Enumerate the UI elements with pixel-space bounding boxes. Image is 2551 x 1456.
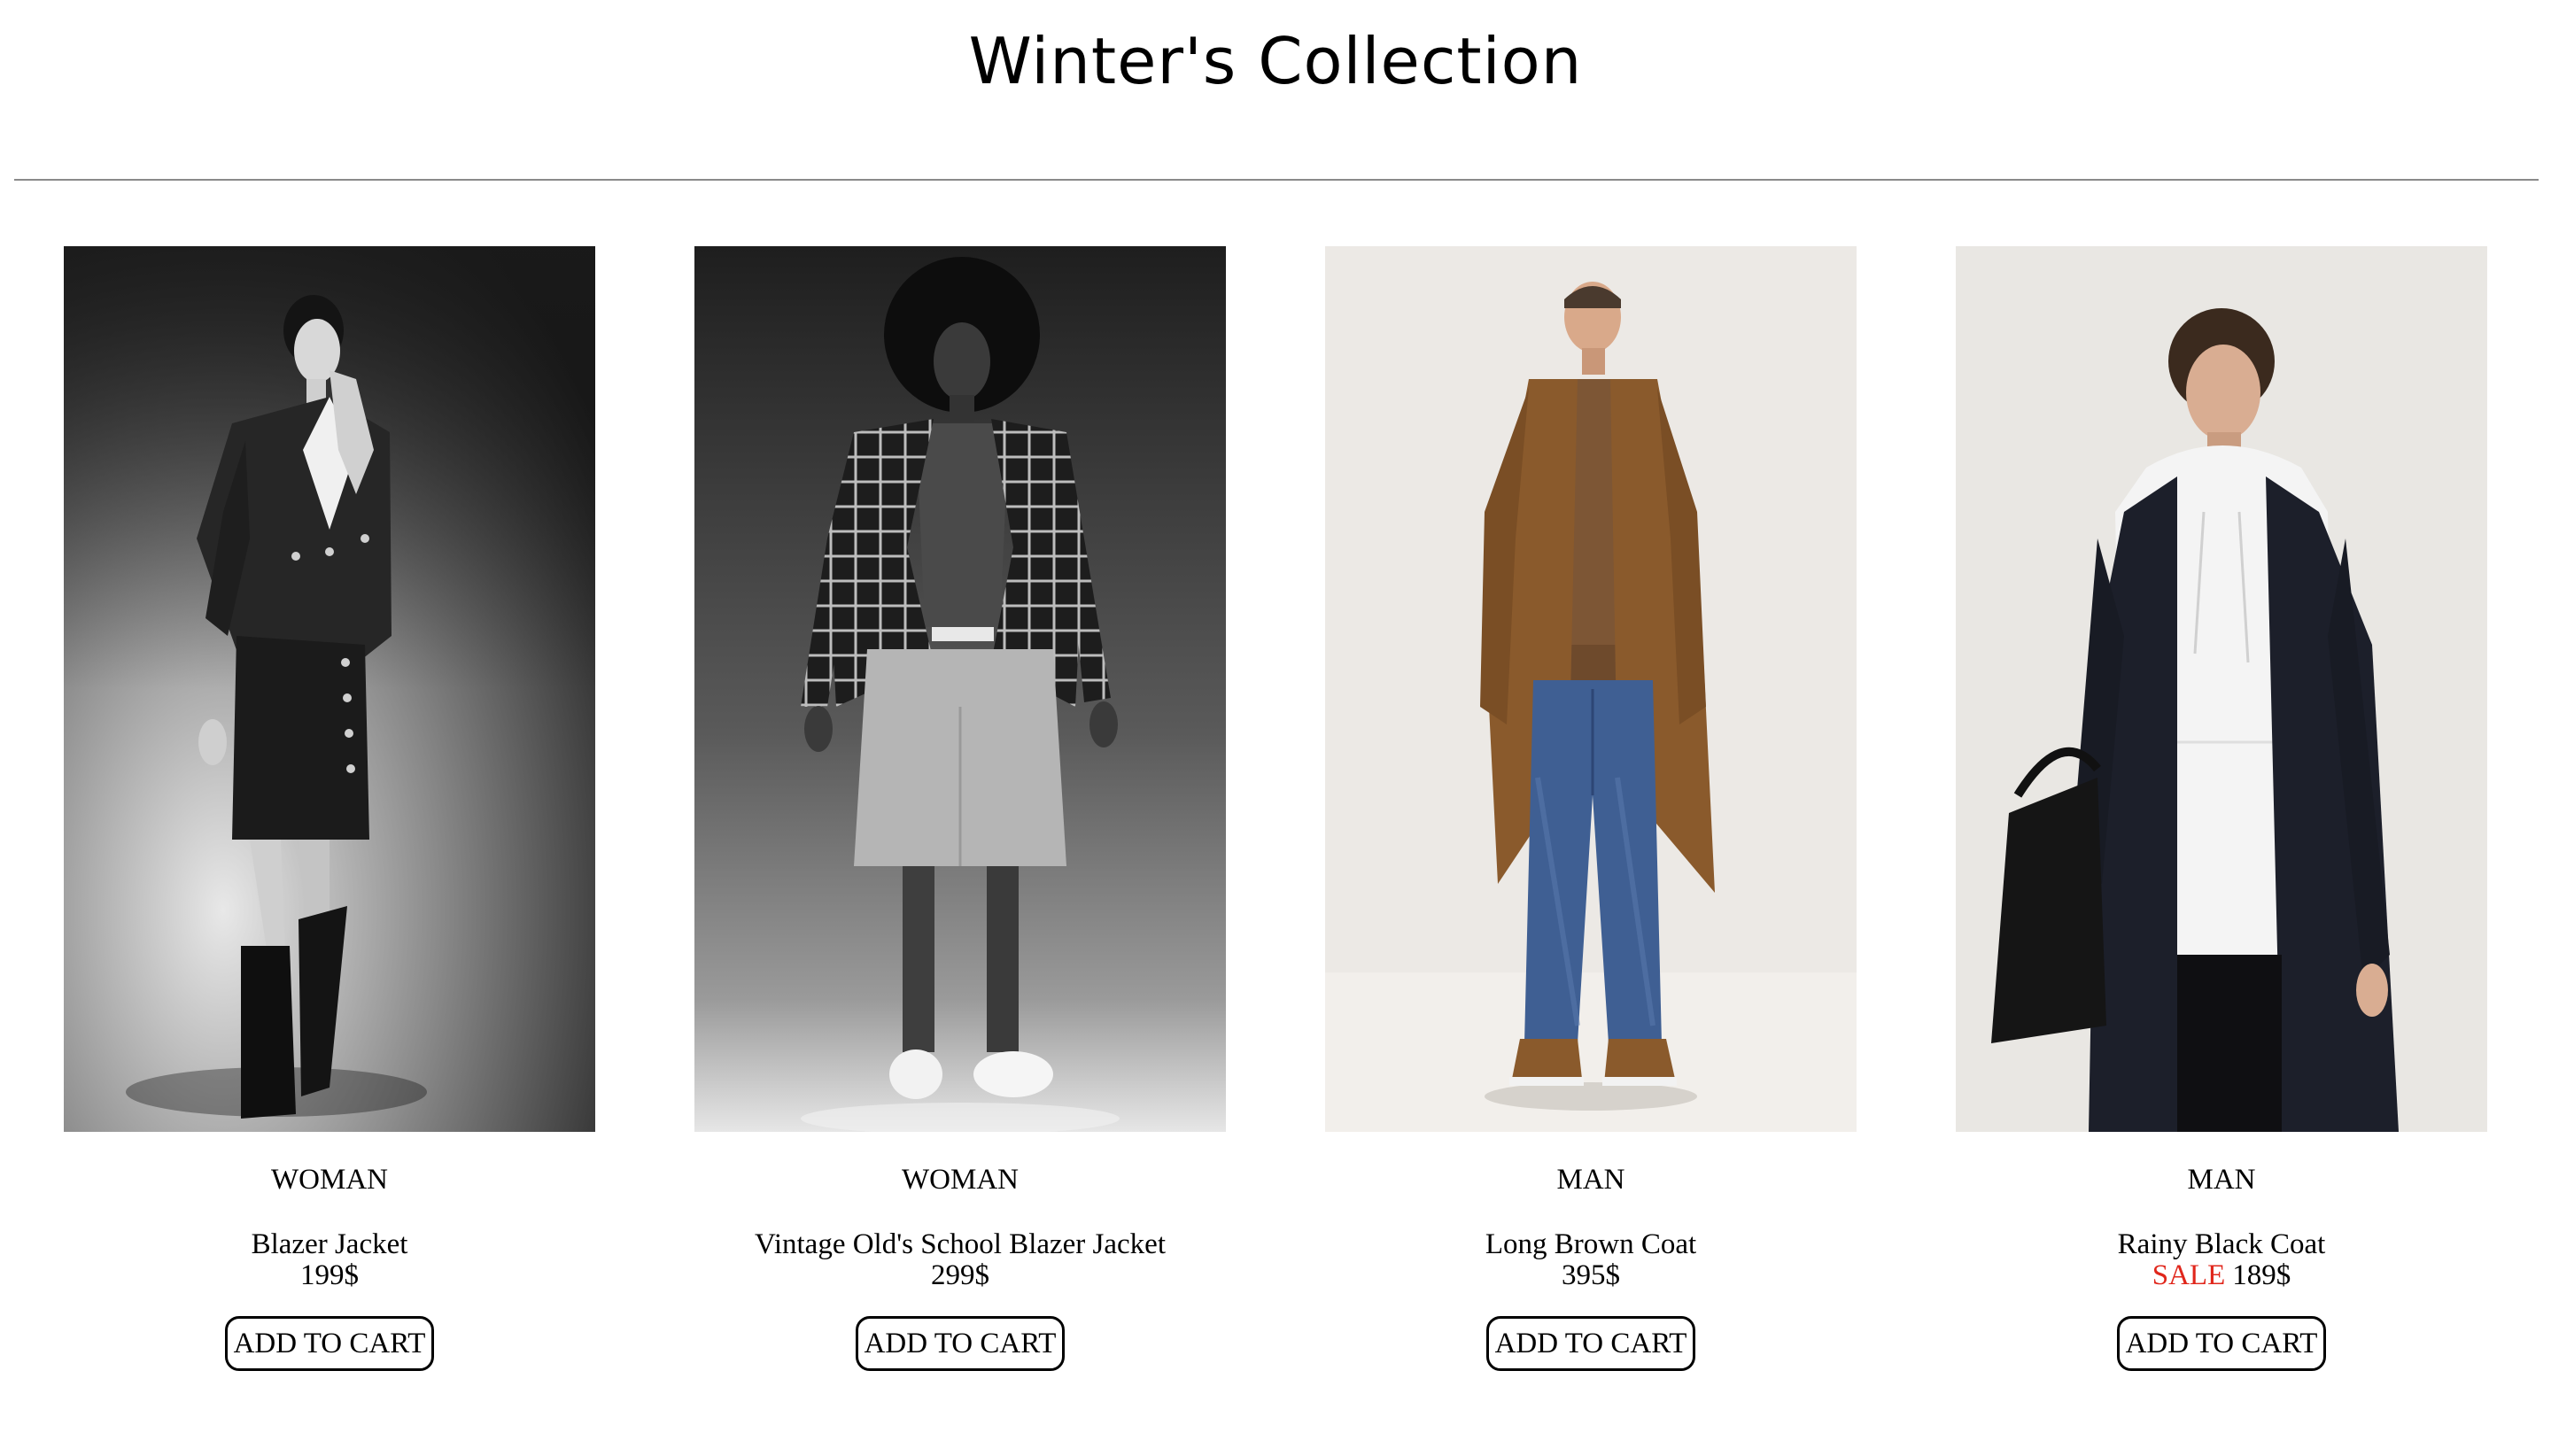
product-photo-long-brown-coat: [1325, 246, 1857, 1132]
product-card: WOMAN Blazer Jacket 199$ ADD TO CART: [64, 246, 595, 1380]
product-price: 395$: [1562, 1259, 1620, 1291]
sale-label: SALE: [2152, 1259, 2226, 1291]
product-photo-rainy-black-coat: [1956, 246, 2487, 1132]
product-card: MAN Rainy Black Coat SALE 189$ ADD TO CAR…: [1956, 246, 2487, 1380]
product-image[interactable]: [64, 246, 595, 1132]
product-card: WOMAN Vintage Old's School Blazer Jacket…: [694, 246, 1226, 1380]
product-price-line: 395$: [1254, 1259, 1927, 1292]
product-category: WOMAN: [902, 1164, 1019, 1196]
product-name[interactable]: Blazer Jacket: [0, 1228, 666, 1261]
add-to-cart-button[interactable]: ADD TO CART: [225, 1316, 434, 1371]
add-to-cart-button[interactable]: ADD TO CART: [2117, 1316, 2326, 1371]
product-photo-blazer-jacket: [64, 246, 595, 1132]
product-image[interactable]: [694, 246, 1226, 1132]
add-to-cart-button[interactable]: ADD TO CART: [1486, 1316, 1695, 1371]
product-photo-vintage-blazer-jacket: [694, 246, 1226, 1132]
product-price: 199$: [300, 1259, 359, 1291]
product-page: Winter's Collection WOMAN Blazer Jacket …: [0, 0, 2551, 1456]
add-to-cart-button[interactable]: ADD TO CART: [856, 1316, 1065, 1371]
product-name[interactable]: Long Brown Coat: [1254, 1228, 1927, 1261]
product-price-line: SALE 189$: [1885, 1259, 2551, 1292]
product-name[interactable]: Vintage Old's School Blazer Jacket: [624, 1228, 1297, 1261]
header-divider: [14, 179, 2539, 181]
product-image[interactable]: [1325, 246, 1857, 1132]
page-title: Winter's Collection: [968, 24, 1583, 98]
product-category: MAN: [2187, 1164, 2256, 1196]
product-price: 189$: [2232, 1259, 2291, 1291]
product-image[interactable]: [1956, 246, 2487, 1132]
product-category: WOMAN: [271, 1164, 388, 1196]
product-name[interactable]: Rainy Black Coat: [1885, 1228, 2551, 1261]
product-card: MAN Long Brown Coat 395$ ADD TO CART: [1325, 246, 1857, 1380]
product-price-line: 199$: [0, 1259, 666, 1292]
product-price-line: 299$: [624, 1259, 1297, 1292]
product-category: MAN: [1556, 1164, 1625, 1196]
product-price: 299$: [931, 1259, 989, 1291]
